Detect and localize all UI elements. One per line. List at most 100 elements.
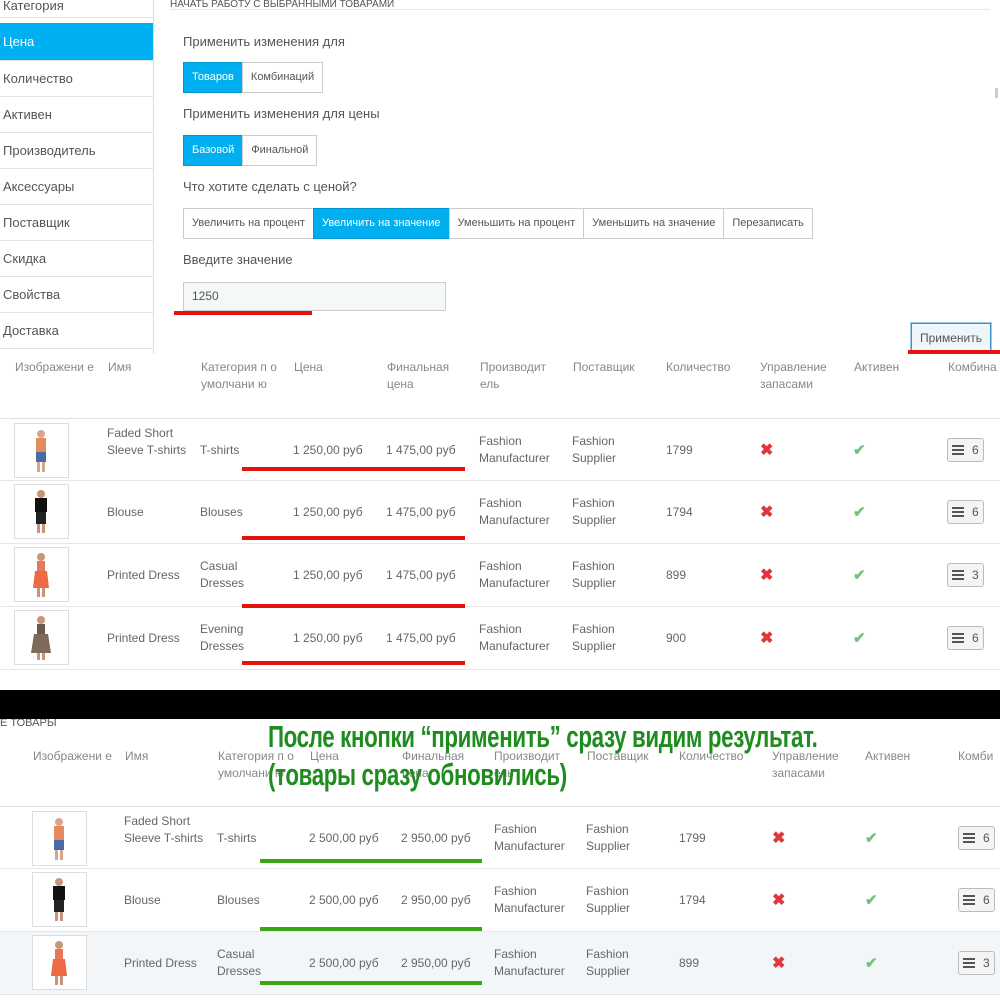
active-check-icon[interactable]: ✔ (865, 956, 878, 972)
panel-heading: НАЧАТЬ РАБОТУ С ВЫБРАННЫМИ ТОВАРАМИ (170, 0, 990, 10)
sidebar-item-category[interactable]: Категория (0, 0, 153, 18)
col-header-active[interactable]: Активен (854, 359, 899, 376)
sidebar-item-supplier[interactable]: Поставщик (0, 205, 153, 241)
apply-to-combinations-button[interactable]: Комбинаций (241, 62, 324, 93)
active-check-icon[interactable]: ✔ (865, 893, 878, 909)
product-supplier: Fashion Supplier (572, 496, 617, 527)
stock-disabled-icon[interactable]: ✖ (760, 443, 773, 459)
combinations-button[interactable]: 6 (947, 438, 984, 462)
table-row[interactable]: Blouse Blouses 1 250,00 руб 1 475,00 руб… (0, 481, 1000, 544)
col-header-price[interactable]: Цена (294, 359, 323, 376)
stock-disabled-icon[interactable]: ✖ (760, 568, 773, 584)
scrollbar[interactable] (995, 88, 998, 98)
col-header-category[interactable]: Категория п о умолчани ю (201, 359, 277, 393)
product-thumbnail[interactable] (32, 935, 87, 990)
sidebar-item-features[interactable]: Свойства (0, 277, 153, 313)
active-check-icon[interactable]: ✔ (853, 505, 866, 521)
annotation-line-2: (товары сразу обновились) (268, 757, 567, 792)
product-thumbnail[interactable] (14, 547, 69, 602)
product-supplier: Fashion Supplier (572, 622, 617, 653)
sidebar-item-price[interactable]: Цена (0, 23, 153, 61)
table-row[interactable]: Printed Dress Evening Dresses 1 250,00 р… (0, 607, 1000, 670)
col-header-stock[interactable]: Управление запасами (760, 359, 840, 393)
product-thumbnail[interactable] (14, 423, 69, 478)
col-header-image[interactable]: Изображени е (33, 748, 113, 765)
overwrite-button[interactable]: Перезаписать (723, 208, 813, 239)
final-price-button[interactable]: Финальной (242, 135, 318, 166)
combinations-button[interactable]: 3 (947, 563, 984, 587)
product-thumbnail[interactable] (14, 610, 69, 665)
base-price-button[interactable]: Базовой (183, 135, 244, 166)
product-price: 1 250,00 руб (293, 631, 363, 645)
apply-to-label: Применить изменения для (183, 34, 345, 49)
active-check-icon[interactable]: ✔ (865, 831, 878, 847)
product-manufacturer: Fashion Manufacturer (479, 559, 550, 590)
value-input[interactable]: 1250 (183, 282, 446, 311)
table-row[interactable]: Faded Short Sleeve T-shirts T-shirts 1 2… (0, 418, 1000, 481)
col-header-active[interactable]: Активен (865, 748, 910, 765)
table-row[interactable]: Faded Short Sleeve T-shirts T-shirts 2 5… (0, 806, 1000, 869)
price-underline-mark (260, 859, 482, 863)
col-header-manufacturer[interactable]: Производит ель (480, 359, 562, 393)
product-thumbnail[interactable] (32, 811, 87, 866)
sidebar-item-accessories[interactable]: Аксессуары (0, 169, 153, 205)
product-category: Casual Dresses (200, 559, 245, 590)
product-name: Printed Dress (124, 956, 197, 970)
active-check-icon[interactable]: ✔ (853, 443, 866, 459)
col-header-name[interactable]: Имя (125, 748, 148, 765)
increase-value-button[interactable]: Увеличить на значение (312, 208, 450, 239)
col-header-name[interactable]: Имя (108, 359, 131, 376)
price-underline-mark (242, 604, 465, 608)
apply-button[interactable]: Применить (911, 323, 991, 353)
decrease-percent-button[interactable]: Уменьшить на процент (448, 208, 585, 239)
active-check-icon[interactable]: ✔ (853, 631, 866, 647)
stock-disabled-icon[interactable]: ✖ (772, 956, 785, 972)
product-name: Printed Dress (107, 631, 180, 645)
product-price: 2 500,00 руб (309, 831, 379, 845)
products-table-before: Изображени е Имя Категория п о умолчани … (0, 354, 1000, 690)
table-row[interactable]: Printed Dress Casual Dresses 2 500,00 ру… (0, 932, 1000, 995)
apply-to-products-button[interactable]: Товаров (183, 62, 243, 93)
table-row[interactable]: Printed Dress Casual Dresses 1 250,00 ру… (0, 544, 1000, 607)
combinations-button[interactable]: 6 (947, 500, 984, 524)
blouse-image-icon (53, 878, 65, 921)
stock-disabled-icon[interactable]: ✖ (760, 505, 773, 521)
active-check-icon[interactable]: ✔ (853, 568, 866, 584)
dress-image-icon (33, 553, 49, 597)
separator-bar (0, 690, 1000, 719)
col-header-supplier[interactable]: Поставщик (573, 359, 635, 376)
sidebar-item-discount[interactable]: Скидка (0, 241, 153, 277)
section-title: Е ТОВАРЫ (0, 719, 57, 729)
table-row[interactable]: Blouse Blouses 2 500,00 руб 2 950,00 руб… (0, 869, 1000, 932)
list-icon (963, 958, 975, 968)
bulk-edit-sidebar: Категория Цена Количество Активен Произв… (0, 0, 154, 354)
col-header-final-price[interactable]: Финальная цена (387, 359, 459, 393)
list-icon (952, 507, 964, 517)
stock-disabled-icon[interactable]: ✖ (760, 631, 773, 647)
price-underline-mark (242, 467, 465, 471)
combinations-button[interactable]: 3 (958, 951, 995, 975)
col-header-combinations[interactable]: Комбина (948, 359, 997, 376)
combinations-button[interactable]: 6 (958, 826, 995, 850)
combinations-button[interactable]: 6 (958, 888, 995, 912)
stock-disabled-icon[interactable]: ✖ (772, 831, 785, 847)
product-supplier: Fashion Supplier (586, 822, 631, 853)
sidebar-item-quantity[interactable]: Количество (0, 61, 153, 97)
decrease-value-button[interactable]: Уменьшить на значение (583, 208, 725, 239)
sidebar-item-shipping[interactable]: Доставка (0, 313, 153, 349)
list-icon (952, 633, 964, 643)
combinations-button[interactable]: 6 (947, 626, 984, 650)
product-quantity: 1799 (666, 443, 693, 457)
col-header-combinations[interactable]: Комби (958, 748, 993, 765)
increase-percent-button[interactable]: Увеличить на процент (183, 208, 314, 239)
product-quantity: 1794 (679, 893, 706, 907)
sidebar-item-active[interactable]: Активен (0, 97, 153, 133)
sidebar-item-manufacturer[interactable]: Производитель (0, 133, 153, 169)
stock-disabled-icon[interactable]: ✖ (772, 893, 785, 909)
product-thumbnail[interactable] (14, 484, 69, 539)
product-category: T-shirts (200, 443, 240, 457)
col-header-image[interactable]: Изображени е (15, 359, 95, 376)
combinations-count: 3 (983, 956, 990, 970)
col-header-quantity[interactable]: Количество (666, 359, 730, 376)
product-thumbnail[interactable] (32, 872, 87, 927)
